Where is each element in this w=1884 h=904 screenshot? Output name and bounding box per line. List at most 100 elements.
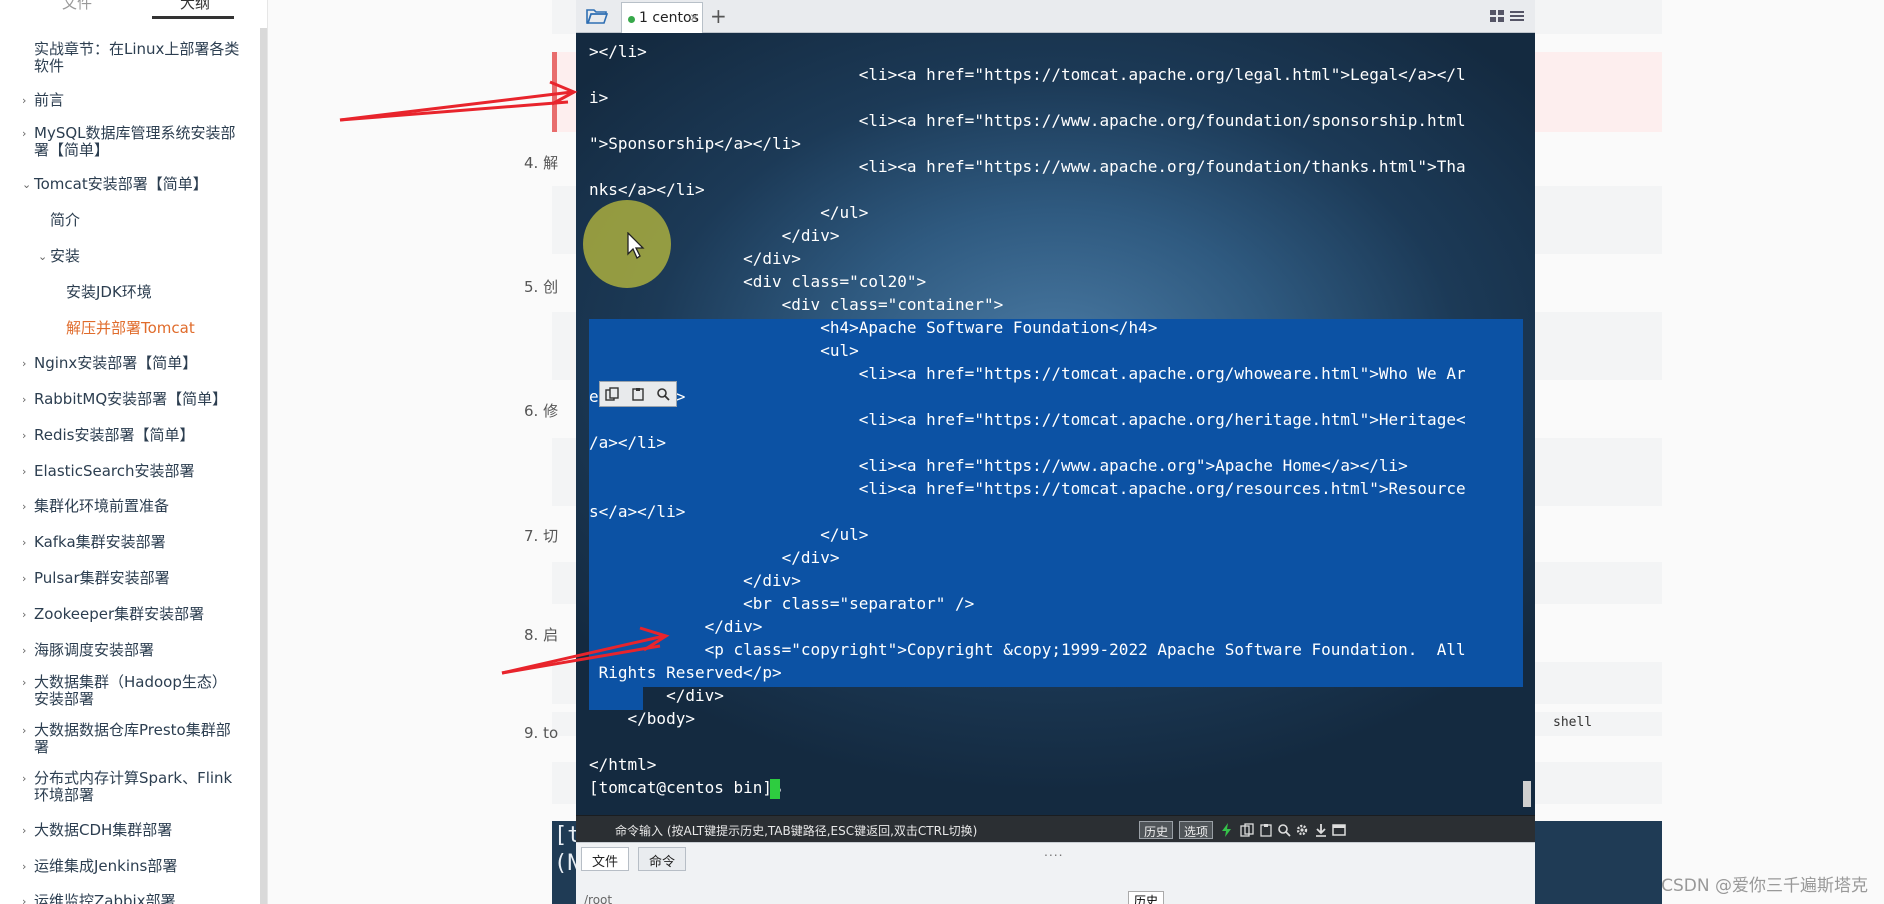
tab-files-panel[interactable]: 文件 (581, 847, 630, 871)
download-icon[interactable] (1314, 823, 1328, 837)
terminal-line: </body> (589, 709, 695, 728)
terminal-line: ">Sponsorship</a></li> (589, 134, 801, 153)
path-history-button[interactable]: 历史 (1128, 891, 1165, 904)
options-button[interactable]: 选项 (1179, 821, 1214, 839)
outline-item[interactable]: › MySQL数据库管理系统安装部署【简单】 (22, 124, 244, 159)
chevron-right-icon[interactable]: › (22, 858, 26, 875)
outline-item-label: 运维集成Jenkins部署 (34, 857, 178, 875)
outline-item[interactable]: › 运维监控Zabbix部署 (22, 892, 244, 904)
search-icon[interactable] (656, 387, 670, 401)
outline-item[interactable]: ⌄ Tomcat安装部署【简单】 (22, 176, 244, 193)
ssh-terminal-window: 1 centos × + ></li> <li><a href="https:/… (576, 0, 1535, 904)
mouse-pointer-icon (627, 232, 645, 259)
outline-item[interactable]: › 运维集成Jenkins部署 (22, 857, 244, 875)
copy-icon[interactable] (1240, 823, 1254, 837)
outline-item[interactable]: 简介 (50, 212, 230, 229)
chevron-right-icon[interactable]: › (22, 498, 26, 515)
history-button[interactable]: 历史 (1139, 821, 1174, 839)
tab-files[interactable]: 文件 (62, 0, 92, 13)
outline-item-label: 大数据数据仓库Presto集群部署 (34, 721, 231, 756)
outline-item-label: 简介 (50, 211, 81, 229)
outline-item[interactable]: 实战章节：在Linux上部署各类软件 (34, 41, 244, 75)
gear-icon[interactable] (1295, 823, 1309, 837)
outline-item-label: 分布式内存计算Spark、Flink环境部署 (34, 769, 233, 804)
outline-item[interactable]: › Zookeeper集群安装部署 (22, 606, 244, 623)
paste-icon[interactable] (631, 387, 645, 401)
outline-item[interactable]: › 大数据数据仓库Presto集群部署 (22, 721, 244, 756)
search-icon[interactable] (1277, 823, 1291, 837)
terminal-line: <li><a href="https://tomcat.apache.org/h… (589, 410, 1466, 429)
outline-item-label: 安装JDK环境 (66, 283, 152, 301)
outline-item[interactable]: 安装JDK环境 (66, 284, 236, 301)
terminal-screen[interactable]: ></li> <li><a href="https://tomcat.apach… (576, 33, 1535, 815)
chevron-down-icon[interactable]: ⌄ (22, 176, 31, 193)
lightning-icon[interactable] (1220, 823, 1234, 837)
terminal-line: <div class="container"> (589, 295, 1004, 314)
connected-status-icon (628, 16, 635, 23)
terminal-line: </div> (589, 571, 801, 590)
paste-icon[interactable] (1259, 823, 1273, 837)
outline-item-label: Pulsar集群安装部署 (34, 569, 170, 587)
chevron-right-icon[interactable]: › (22, 534, 26, 551)
chevron-right-icon[interactable]: › (22, 355, 26, 372)
chevron-right-icon[interactable]: › (22, 463, 26, 480)
terminal-line: <br class="separator" /> (589, 594, 975, 613)
folder-open-icon[interactable] (586, 7, 608, 25)
outline-item[interactable]: › RabbitMQ安装部署【简单】 (22, 391, 244, 408)
terminal-line: <h4>Apache Software Foundation</h4> (589, 318, 1158, 337)
chevron-down-icon[interactable]: ⌄ (38, 248, 47, 265)
outline-item[interactable]: › 分布式内存计算Spark、Flink环境部署 (22, 769, 244, 804)
terminal-line: Rights Reserved</p> (589, 663, 782, 682)
command-input-hint[interactable]: 命令输入 (按ALT键提示历史,TAB键路径,ESC键返回,双击CTRL切换) (615, 822, 977, 839)
terminal-line: </html> (589, 755, 657, 774)
chevron-right-icon[interactable]: › (22, 391, 26, 408)
chevron-right-icon[interactable]: › (22, 570, 26, 587)
copy-icon[interactable] (605, 387, 619, 401)
chevron-right-icon[interactable]: › (22, 722, 26, 739)
chevron-right-icon[interactable]: › (22, 606, 26, 623)
outline-item[interactable]: › Redis安装部署【简单】 (22, 426, 244, 444)
chevron-right-icon[interactable]: › (22, 674, 26, 691)
outline-item[interactable]: › 大数据集群（Hadoop生态）安装部署 (22, 673, 239, 708)
sidebar-tabs: 文件 大纲 (34, 0, 267, 20)
outline-item[interactable]: ⌄ 安装 (38, 248, 230, 265)
terminal-scrollbar-thumb[interactable] (1523, 781, 1531, 807)
outline-item[interactable]: › 大数据CDH集群部署 (22, 822, 244, 839)
terminal-line: [tomcat@centos bin]$ (589, 778, 792, 797)
outline-item[interactable]: 解压并部署Tomcat (66, 320, 236, 337)
terminal-line: </div> (589, 548, 840, 567)
session-tab-centos[interactable]: 1 centos × (621, 2, 703, 33)
outline-item[interactable]: › 海豚调度安装部署 (22, 642, 244, 659)
outline-item[interactable]: › Kafka集群安装部署 (22, 534, 244, 551)
outline-item[interactable]: › 集群化环境前置准备 (22, 498, 244, 515)
tab-commands-panel[interactable]: 命令 (638, 847, 687, 871)
new-tab-button[interactable]: + (710, 4, 727, 28)
resize-grip[interactable]: .... (1044, 843, 1064, 859)
screen: 文件 大纲 实战章节：在Linux上部署各类软件 › 前言 › MySQL数据库管理系统… (0, 0, 1884, 904)
window-icon[interactable] (1332, 823, 1346, 837)
outline-item[interactable]: › Nginx安装部署【简单】 (22, 355, 244, 372)
tab-outline[interactable]: 大纲 (180, 0, 210, 13)
chevron-right-icon[interactable]: › (22, 427, 26, 444)
sidebar-scrollbar[interactable] (260, 28, 267, 904)
hamburger-menu-icon[interactable] (1509, 9, 1525, 23)
outline-item-label: MySQL数据库管理系统安装部署【简单】 (34, 124, 236, 159)
outline-item-label: Redis安装部署【简单】 (34, 426, 195, 444)
chevron-right-icon[interactable]: › (22, 642, 26, 659)
terminal-tab-bar: 1 centos × + (576, 0, 1535, 33)
chevron-right-icon[interactable]: › (22, 893, 26, 904)
outline-item-label: 大数据集群（Hadoop生态）安装部署 (34, 673, 227, 708)
outline-item-label: 运维监控Zabbix部署 (34, 892, 176, 904)
outline-item[interactable]: › ElasticSearch安装部署 (22, 463, 244, 480)
terminal-cursor (770, 779, 780, 799)
outline-item[interactable]: › Pulsar集群安装部署 (22, 569, 244, 587)
chevron-right-icon[interactable]: › (22, 125, 26, 142)
chevron-right-icon[interactable]: › (22, 92, 26, 109)
command-input-bar[interactable]: 命令输入 (按ALT键提示历史,TAB键路径,ESC键返回,双击CTRL切换) … (576, 815, 1535, 842)
chevron-right-icon[interactable]: › (22, 822, 26, 839)
path-input[interactable]: /root (584, 893, 612, 904)
outline-item[interactable]: › 前言 (22, 92, 234, 109)
close-tab-icon[interactable]: × (690, 9, 698, 25)
grid-layout-icon[interactable] (1489, 9, 1505, 23)
chevron-right-icon[interactable]: › (22, 770, 26, 787)
